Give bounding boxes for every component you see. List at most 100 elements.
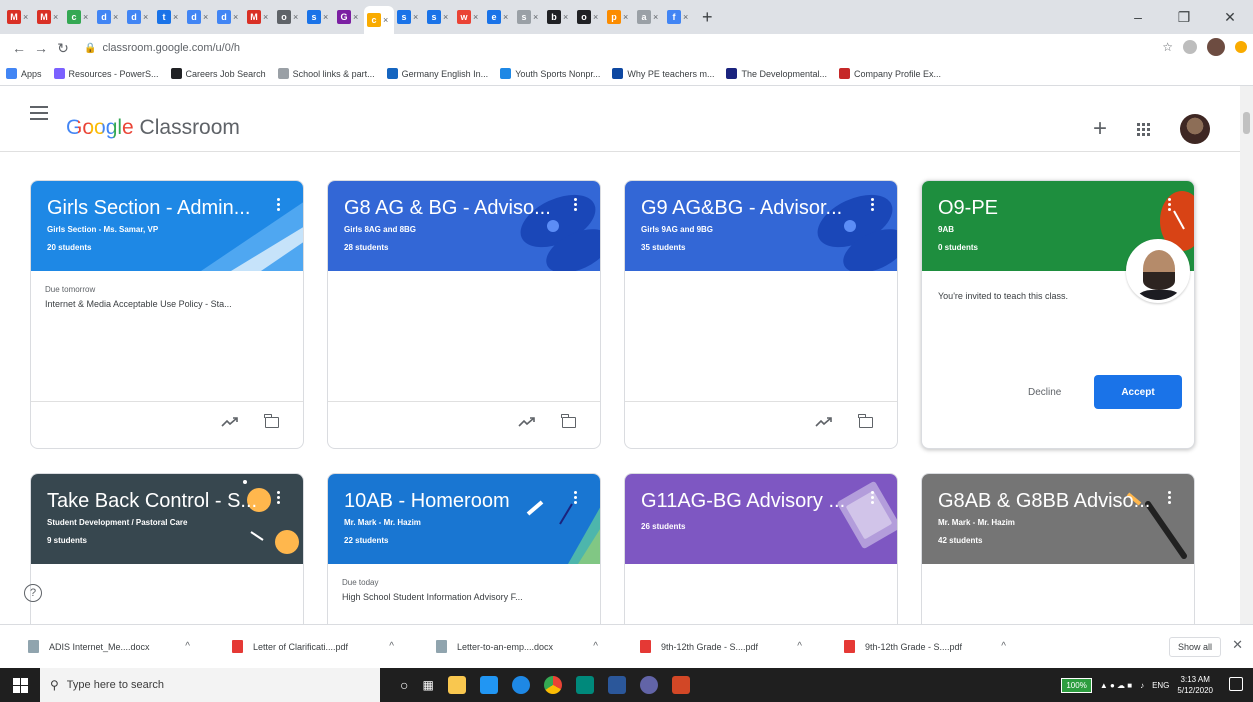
chevron-up-icon[interactable]: ^ [1001, 641, 1006, 652]
tab-close-icon[interactable]: × [413, 12, 418, 22]
tab-close-icon[interactable]: × [23, 12, 28, 22]
help-icon[interactable]: ? [24, 584, 42, 602]
assignment-link[interactable]: Internet & Media Acceptable Use Policy -… [45, 299, 232, 309]
course-title[interactable]: 10AB - Homeroom [344, 490, 559, 513]
back-button[interactable]: ← [8, 40, 30, 56]
action-center-icon[interactable] [1229, 677, 1243, 691]
chevron-up-icon[interactable]: ^ [593, 641, 598, 652]
browser-tab[interactable]: a × [634, 5, 664, 29]
tab-close-icon[interactable]: × [383, 15, 388, 25]
course-options-icon[interactable] [574, 491, 578, 504]
tab-close-icon[interactable]: × [563, 12, 568, 22]
browser-tab[interactable]: e × [484, 5, 514, 29]
course-banner[interactable]: G9 AG&BG - Advisor... Girls 9AG and 9BG … [625, 181, 897, 271]
browser-tab[interactable]: c × [64, 5, 94, 29]
tab-close-icon[interactable]: × [653, 12, 658, 22]
google-classroom-logo[interactable]: Google Classroom [66, 116, 240, 140]
bookmark-item[interactable]: Germany English In... [386, 68, 488, 79]
course-banner[interactable]: G8 AG & BG - Adviso... Girls 8AG and 8BG… [328, 181, 600, 271]
browser-tab[interactable]: d × [184, 5, 214, 29]
tray-icons[interactable]: ▲ ● ☁ ■ [1100, 681, 1132, 690]
taskbar-search-box[interactable]: ⚲ Type here to search [40, 668, 380, 702]
browser-tab[interactable]: b × [544, 5, 574, 29]
course-card[interactable]: G8 AG & BG - Adviso... Girls 8AG and 8BG… [327, 180, 601, 449]
course-title[interactable]: Take Back Control - S... [47, 490, 262, 513]
tab-close-icon[interactable]: × [473, 12, 478, 22]
reload-button[interactable]: ↻ [52, 40, 74, 57]
page-scrollbar[interactable] [1240, 86, 1253, 624]
download-item[interactable]: 9th-12th Grade - S....pdf ^ [816, 625, 1020, 669]
browser-tab[interactable]: s × [424, 5, 454, 29]
bookmark-item[interactable]: School links & part... [277, 68, 375, 79]
course-card[interactable]: Girls Section - Admin... Girls Section -… [30, 180, 304, 449]
tab-close-icon[interactable]: × [323, 12, 328, 22]
course-options-icon[interactable] [1168, 491, 1172, 504]
tab-close-icon[interactable]: × [143, 12, 148, 22]
profile-avatar[interactable] [1207, 38, 1225, 56]
download-item[interactable]: 9th-12th Grade - S....pdf ^ [612, 625, 816, 669]
course-card[interactable]: Take Back Control - S... Student Develop… [30, 473, 304, 633]
course-card[interactable]: G8AB & G8BB Adviso... Mr. Mark - Mr. Haz… [921, 473, 1195, 633]
edge-icon[interactable] [511, 676, 530, 694]
file-explorer-icon[interactable] [447, 676, 466, 694]
tab-close-icon[interactable]: × [233, 12, 238, 22]
new-tab-button[interactable]: + [702, 7, 722, 28]
windows-start-icon[interactable] [0, 668, 40, 702]
course-title[interactable]: O9-PE [938, 197, 1153, 220]
word-icon[interactable] [607, 676, 626, 694]
browser-tab[interactable]: d × [124, 5, 154, 29]
course-options-icon[interactable] [871, 198, 875, 211]
folder-icon[interactable] [858, 413, 873, 428]
accept-button[interactable]: Accept [1094, 375, 1182, 409]
tab-close-icon[interactable]: × [623, 12, 628, 22]
volume-icon[interactable]: ♪ [1140, 681, 1144, 690]
cortana-icon[interactable]: ○ [400, 677, 408, 693]
browser-tab[interactable]: w × [454, 5, 484, 29]
language-indicator[interactable]: ENG [1152, 681, 1169, 690]
clock[interactable]: 3:13 AM 5/12/2020 [1177, 674, 1213, 696]
course-options-icon[interactable] [574, 198, 578, 211]
tab-close-icon[interactable]: × [83, 12, 88, 22]
folder-icon[interactable] [264, 413, 279, 428]
decline-button[interactable]: Decline [1018, 379, 1071, 406]
course-banner[interactable]: Take Back Control - S... Student Develop… [31, 474, 303, 564]
mail-icon[interactable] [479, 676, 498, 694]
browser-tab[interactable]: G × [334, 5, 364, 29]
tab-close-icon[interactable]: × [263, 12, 268, 22]
address-bar[interactable]: 🔒 classroom.google.com/u/0/h [80, 37, 1140, 59]
extension-orange-icon[interactable] [1235, 41, 1247, 53]
chevron-up-icon[interactable]: ^ [389, 641, 394, 652]
browser-tab[interactable]: M × [34, 5, 64, 29]
course-card-invite[interactable]: O9-PE 9AB 0 students You're invited to t… [921, 180, 1195, 449]
browser-tab[interactable]: M × [244, 5, 274, 29]
course-options-icon[interactable] [277, 491, 281, 504]
course-title[interactable]: G9 AG&BG - Advisor... [641, 197, 856, 220]
browser-tab[interactable]: d × [94, 5, 124, 29]
minimize-button[interactable]: – [1115, 0, 1161, 34]
course-title[interactable]: G11AG-BG Advisory ... [641, 490, 856, 513]
bookmark-item[interactable]: The Developmental... [726, 68, 827, 79]
powerpoint-icon[interactable] [671, 676, 690, 694]
tab-close-icon[interactable]: × [443, 12, 448, 22]
tab-close-icon[interactable]: × [113, 12, 118, 22]
gradebook-trending-icon[interactable] [815, 416, 833, 428]
course-options-icon[interactable] [871, 491, 875, 504]
download-item[interactable]: ADIS Internet_Me....docx ^ [0, 625, 204, 669]
course-title[interactable]: G8AB & G8BB Adviso... [938, 490, 1153, 513]
browser-tab[interactable]: s × [514, 5, 544, 29]
forward-button[interactable]: → [30, 40, 52, 56]
tab-close-icon[interactable]: × [593, 12, 598, 22]
browser-tab[interactable]: M × [4, 5, 34, 29]
course-card[interactable]: G9 AG&BG - Advisor... Girls 9AG and 9BG … [624, 180, 898, 449]
restore-button[interactable]: ❐ [1161, 0, 1207, 34]
browser-tab[interactable]: o × [574, 5, 604, 29]
battery-indicator[interactable]: 100% [1061, 677, 1092, 693]
tab-close-icon[interactable]: × [533, 12, 538, 22]
extension-icon[interactable] [1183, 40, 1197, 54]
tab-close-icon[interactable]: × [683, 12, 688, 22]
browser-tab[interactable]: t × [154, 5, 184, 29]
course-banner[interactable]: G11AG-BG Advisory ... 26 students [625, 474, 897, 564]
bookmark-item[interactable]: Why PE teachers m... [612, 68, 714, 79]
main-menu-icon[interactable] [30, 106, 48, 120]
tab-close-icon[interactable]: × [293, 12, 298, 22]
